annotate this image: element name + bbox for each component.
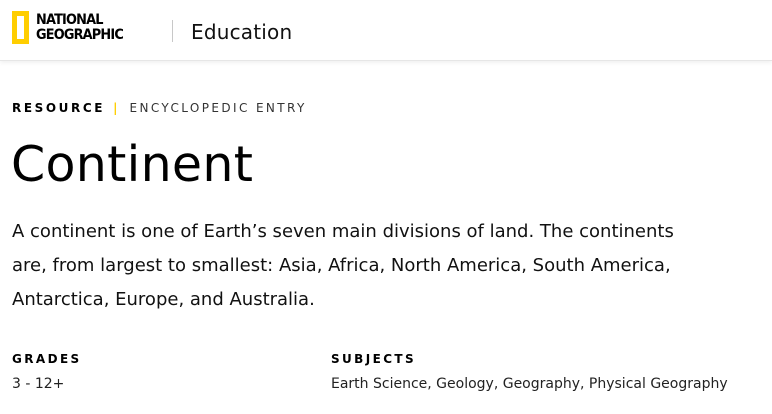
subjects-value: Earth Science, Geology, Geography, Physi…	[331, 376, 728, 392]
header-divider	[172, 20, 173, 42]
site-header: NATIONAL GEOGRAPHIC Education	[0, 0, 772, 61]
grades-value: 3 - 12+	[12, 376, 65, 392]
grades-label: GRADES	[12, 352, 82, 366]
logo-line-1: NATIONAL	[36, 11, 103, 28]
page-title: Continent	[11, 136, 254, 193]
article-description: A continent is one of Earth’s seven main…	[12, 221, 674, 310]
education-section-link[interactable]: Education	[191, 20, 292, 44]
natgeo-logo-link[interactable]: NATIONAL GEOGRAPHIC	[12, 11, 131, 44]
eyebrow-separator: |	[113, 101, 118, 115]
subjects-label: SUBJECTS	[331, 352, 417, 366]
yellow-border-logo-icon	[12, 11, 29, 44]
logo-line-2: GEOGRAPHIC	[36, 26, 124, 43]
resource-eyebrow: RESOURCE | ENCYCLOPEDIC ENTRY	[12, 101, 762, 115]
grades-block: GRADES 3 - 12+	[12, 352, 82, 392]
resource-kind-label: ENCYCLOPEDIC ENTRY	[129, 101, 307, 115]
subjects-block: SUBJECTS Earth Science, Geology, Geograp…	[331, 352, 728, 392]
article-content: RESOURCE | ENCYCLOPEDIC ENTRY Continent …	[11, 101, 762, 317]
logo-wordmark: NATIONAL GEOGRAPHIC	[36, 11, 124, 43]
resource-type-label: RESOURCE	[12, 101, 106, 115]
